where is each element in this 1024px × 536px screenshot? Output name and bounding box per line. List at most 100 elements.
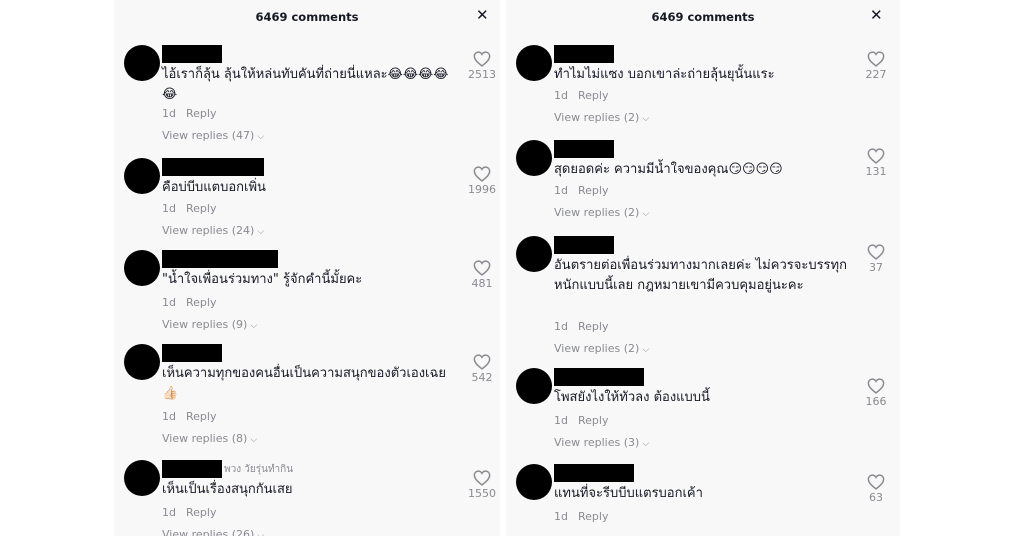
like-count: 63 <box>869 491 883 504</box>
username-redacted[interactable] <box>162 158 264 176</box>
avatar[interactable] <box>516 464 552 500</box>
like-button[interactable]: 481 <box>462 260 500 290</box>
comment-text: อันตรายต่อเพื่อนร่วมทางมากเลยค่ะ ไม่ควรจ… <box>554 258 847 293</box>
like-button[interactable]: 166 <box>856 378 896 408</box>
view-replies-button[interactable]: View replies (47) ⌵ <box>162 129 264 142</box>
reply-button[interactable]: Reply <box>186 202 216 215</box>
comment-meta: 1d Reply <box>554 414 608 427</box>
comment-text: คือบ่บีบแตบอกเพิ่น <box>162 180 266 195</box>
like-button[interactable]: 131 <box>856 148 896 178</box>
username-redacted[interactable] <box>554 368 644 386</box>
reply-button[interactable]: Reply <box>578 89 608 102</box>
reply-button[interactable]: Reply <box>578 510 608 523</box>
view-replies-button[interactable]: View replies (24) ⌵ <box>162 224 264 237</box>
like-button[interactable]: 1996 <box>462 166 500 196</box>
like-button[interactable]: 1550 <box>462 470 500 500</box>
username-redacted[interactable] <box>162 460 222 478</box>
reply-button[interactable]: Reply <box>578 414 608 427</box>
comment-time: 1d <box>162 506 176 519</box>
heart-outline-icon <box>473 51 491 67</box>
username-redacted[interactable] <box>554 464 634 482</box>
view-replies-button[interactable]: View replies (9) ⌵ <box>162 318 257 331</box>
view-replies-label: View replies (2) <box>554 206 640 219</box>
comment-time: 1d <box>162 410 176 423</box>
chevron-down-icon: ⌵ <box>257 132 265 142</box>
comments-header: 6469 comments <box>651 10 755 24</box>
view-replies-button[interactable]: View replies (2) ⌵ <box>554 206 649 219</box>
view-replies-button[interactable]: View replies (2) ⌵ <box>554 342 649 355</box>
comment-meta: 1d Reply <box>162 410 216 423</box>
comments-header: 6469 comments <box>255 10 359 24</box>
heart-outline-icon <box>867 474 885 490</box>
chevron-down-icon: ⌵ <box>642 209 650 219</box>
username-redacted[interactable] <box>554 45 614 63</box>
username-redacted[interactable] <box>162 45 222 63</box>
chevron-down-icon: ⌵ <box>257 227 265 237</box>
like-count: 1550 <box>468 487 496 500</box>
comment-text: เห็นเป็นเรื่องสนุกกันเสย <box>162 482 293 497</box>
like-count: 1996 <box>468 183 496 196</box>
view-replies-label: View replies (3) <box>554 436 640 449</box>
username-suffix[interactable]: พวง วัยรุ่นทำกิน <box>224 462 293 477</box>
like-button[interactable]: 2513 <box>462 51 500 81</box>
like-button[interactable]: 227 <box>856 51 896 81</box>
heart-outline-icon <box>473 354 491 370</box>
avatar[interactable] <box>124 460 160 496</box>
chevron-down-icon: ⌵ <box>250 321 258 331</box>
reply-button[interactable]: Reply <box>578 184 608 197</box>
username-redacted[interactable] <box>554 140 614 158</box>
avatar[interactable] <box>124 344 160 380</box>
comment-time: 1d <box>162 107 176 120</box>
view-replies-button[interactable]: View replies (26) ⌵ <box>162 528 264 536</box>
comment-meta: 1d Reply <box>162 202 216 215</box>
chevron-down-icon: ⌵ <box>257 531 265 536</box>
reply-button[interactable]: Reply <box>186 107 216 120</box>
reply-button[interactable]: Reply <box>186 410 216 423</box>
reply-button[interactable]: Reply <box>578 320 608 333</box>
comment-meta: 1d Reply <box>162 296 216 309</box>
view-replies-label: View replies (9) <box>162 318 248 331</box>
comment-text: สุดยอดค่ะ ความมีน้ำใจของคุณ😏😏😏😏 <box>554 162 783 177</box>
view-replies-label: View replies (26) <box>162 528 255 536</box>
comment-time: 1d <box>162 202 176 215</box>
like-button[interactable]: 37 <box>856 244 896 274</box>
comment-text: ทำไมไม่แซง บอกเขาล่ะถ่ายลุ้นยุนั้นแระ <box>554 67 775 82</box>
comment-text: เห็นความทุกของคนอื่นเป็นความสนุกของตัวเอ… <box>162 366 446 401</box>
close-icon[interactable]: ✕ <box>476 8 489 23</box>
like-button[interactable]: 63 <box>856 474 896 504</box>
like-count: 166 <box>865 395 887 408</box>
comment-meta: 1d Reply <box>554 184 608 197</box>
close-icon[interactable]: ✕ <box>870 8 883 23</box>
avatar[interactable] <box>124 45 160 81</box>
heart-outline-icon <box>473 166 491 182</box>
comment-text: "น้ำใจเพื่อนร่วมทาง" รู้จักคำนี้มั้ยคะ <box>162 272 363 287</box>
chevron-down-icon: ⌵ <box>250 435 258 445</box>
view-replies-button[interactable]: View replies (8) ⌵ <box>162 432 257 445</box>
heart-outline-icon <box>473 470 491 486</box>
comment-meta: 1d Reply <box>162 107 216 120</box>
username-redacted[interactable] <box>554 236 614 254</box>
comment-time: 1d <box>554 184 568 197</box>
comment-text: ไอ้เราก็ลุ้น ลุ้นให้หล่นทับคันที่ถ่ายนี่… <box>162 67 449 102</box>
username-redacted[interactable] <box>162 250 278 268</box>
avatar[interactable] <box>516 140 552 176</box>
avatar[interactable] <box>516 236 552 272</box>
avatar[interactable] <box>516 45 552 81</box>
chevron-down-icon: ⌵ <box>642 439 650 449</box>
avatar[interactable] <box>516 368 552 404</box>
reply-button[interactable]: Reply <box>186 296 216 309</box>
like-count: 2513 <box>468 68 496 81</box>
view-replies-button[interactable]: View replies (3) ⌵ <box>554 436 649 449</box>
view-replies-label: View replies (47) <box>162 129 255 142</box>
comment-time: 1d <box>554 510 568 523</box>
view-replies-label: View replies (2) <box>554 342 640 355</box>
username-redacted[interactable] <box>162 344 222 362</box>
comment-meta: 1d Reply <box>162 506 216 519</box>
avatar[interactable] <box>124 250 160 286</box>
comment-time: 1d <box>554 414 568 427</box>
comment-text: แทนที่จะรีบบีบแตรบอกเค้า <box>554 486 703 501</box>
like-button[interactable]: 542 <box>462 354 500 384</box>
reply-button[interactable]: Reply <box>186 506 216 519</box>
avatar[interactable] <box>124 158 160 194</box>
view-replies-button[interactable]: View replies (2) ⌵ <box>554 111 649 124</box>
